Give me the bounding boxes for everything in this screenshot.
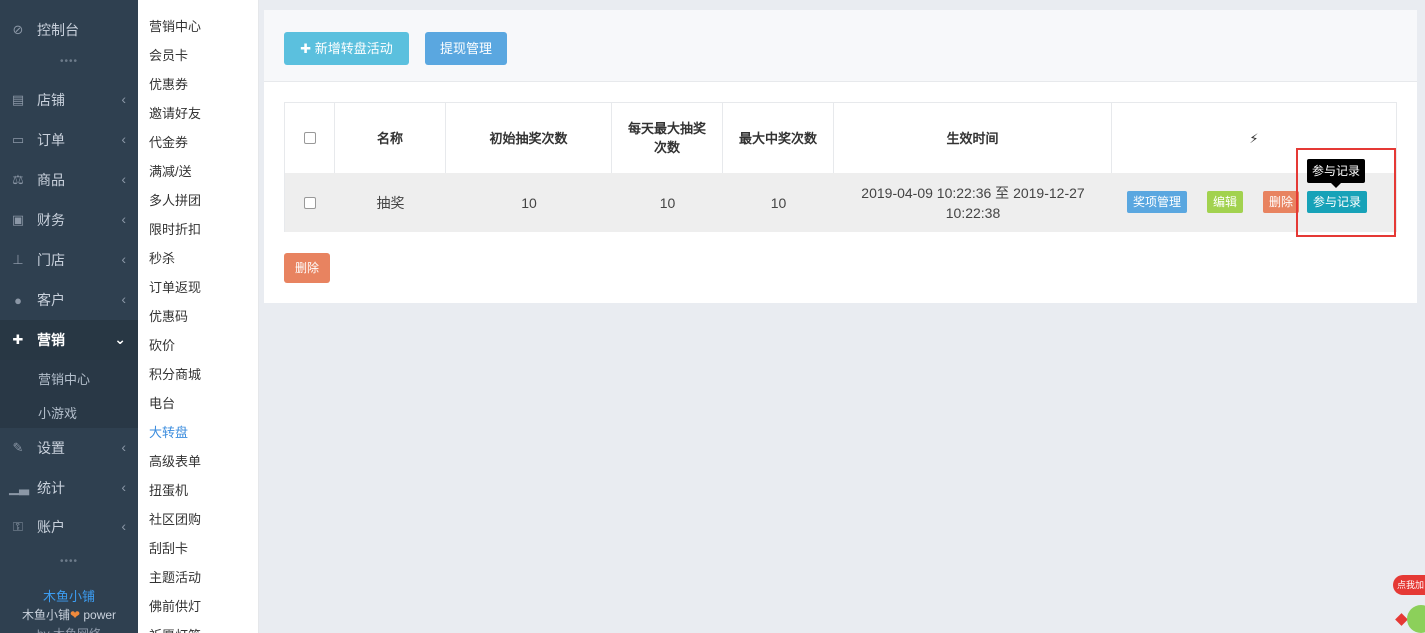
header-daily-max-draws: 每天最大抽奖次数	[612, 103, 723, 173]
chevron-left-icon: ‹	[121, 171, 126, 187]
plus-icon: ✚	[300, 41, 312, 56]
support-bubble[interactable]: 点我加	[1393, 575, 1425, 595]
gift-icon: ✚	[12, 332, 24, 347]
menu-item-promo-code[interactable]: 优惠码	[149, 306, 188, 325]
store-icon: ▤	[11, 92, 25, 107]
lightning-icon: ⚡	[1249, 130, 1259, 146]
menu-item-full-reduction[interactable]: 满减/送	[149, 161, 192, 180]
menu-item-radio[interactable]: 电台	[149, 393, 175, 412]
menu-item-group-buy[interactable]: 多人拼团	[149, 190, 201, 209]
header-name: 名称	[335, 103, 446, 173]
menu-item-member-card[interactable]: 会员卡	[149, 45, 188, 64]
chevron-left-icon: ‹	[121, 131, 126, 147]
menu-item-gashapon[interactable]: 扭蛋机	[149, 480, 188, 499]
order-icon: ▭	[11, 132, 25, 147]
sidebar-item-order[interactable]: ▭ 订单 ‹	[0, 120, 138, 160]
menu-item-advanced-form[interactable]: 高级表单	[149, 451, 201, 470]
menu-item-invite-friends[interactable]: 邀请好友	[149, 103, 201, 122]
cell-effective-time: 2019-04-09 10:22:36 至 2019-12-27 10:22:3…	[861, 184, 1085, 221]
menu-item-flash-sale[interactable]: 秒杀	[149, 248, 175, 267]
menu-item-marketing-center[interactable]: 营销中心	[149, 16, 201, 35]
brand-by: by 木鱼网络	[0, 625, 138, 633]
menu-item-limited-discount[interactable]: 限时折扣	[149, 219, 201, 238]
sidebar-item-customer[interactable]: ● 客户 ‹	[0, 280, 138, 320]
wrench-icon: ✎	[12, 440, 24, 455]
menu-item-wish-lantern[interactable]: 祈愿灯笼	[149, 625, 201, 633]
signal-icon: ▁▃	[9, 480, 29, 495]
sidebar-item-shop[interactable]: ⊥ 门店 ‹	[0, 240, 138, 280]
sidebar-item-marketing[interactable]: ✚ 营销 ⌄	[0, 320, 138, 360]
key-icon: ⚿	[13, 519, 23, 534]
menu-item-theme-event[interactable]: 主题活动	[149, 567, 201, 586]
users-icon: ●	[14, 292, 22, 308]
add-wheel-activity-button[interactable]: ✚ 新增转盘活动	[284, 32, 409, 65]
menu-item-points-mall[interactable]: 积分商城	[149, 364, 201, 383]
header-max-wins: 最大中奖次数	[723, 103, 834, 173]
delete-button[interactable]: 删除	[1263, 191, 1299, 213]
header-initial-draws: 初始抽奖次数	[446, 103, 612, 173]
lucky-wheel-panel: ✚ 新增转盘活动 提现管理 名称 初始抽奖次数 每天最大抽奖次数 最大中奖次数 …	[264, 10, 1417, 303]
menu-item-bargain[interactable]: 砍价	[149, 335, 175, 354]
support-widget[interactable]: 点我加	[1393, 575, 1425, 633]
header-effective-time: 生效时间	[834, 103, 1112, 173]
brand-name: 木鱼小铺	[42, 589, 95, 604]
panel-toolbar: ✚ 新增转盘活动 提现管理	[264, 10, 1417, 82]
chevron-left-icon: ‹	[121, 479, 126, 495]
menu-item-community-group-buy[interactable]: 社区团购	[149, 509, 201, 528]
sidebar-divider: ••••	[59, 56, 78, 67]
withdraw-management-button[interactable]: 提现管理	[425, 32, 507, 65]
scale-icon: ⚖	[12, 172, 24, 187]
menu-item-voucher[interactable]: 代金券	[149, 132, 188, 151]
sidebar-item-goods[interactable]: ⚖ 商品 ‹	[0, 160, 138, 200]
edit-button[interactable]: 编辑	[1207, 191, 1243, 213]
header-select-all	[285, 103, 335, 173]
marketing-submenu: 营销中心 小游戏	[0, 360, 138, 428]
sidebar-item-settings[interactable]: ✎ 设置 ‹	[0, 428, 138, 468]
sidebar-subitem-mini-games[interactable]: 小游戏	[38, 403, 77, 422]
sidebar-item-stats[interactable]: ▁▃ 统计 ‹	[0, 468, 138, 508]
chevron-down-icon: ⌄	[114, 331, 126, 347]
sitemap-icon: ⊥	[12, 252, 24, 267]
chevron-left-icon: ‹	[121, 291, 126, 307]
menu-item-buddha-lamp[interactable]: 佛前供灯	[149, 596, 201, 615]
cell-max-wins: 10	[770, 194, 787, 211]
menu-item-order-cashback[interactable]: 订单返现	[149, 277, 201, 296]
chevron-left-icon: ‹	[121, 251, 126, 267]
money-icon: ▣	[11, 212, 25, 227]
mascot-icon	[1407, 605, 1425, 633]
highlight-box	[1296, 148, 1396, 237]
menu-item-lucky-wheel[interactable]: 大转盘	[149, 422, 188, 441]
chevron-left-icon: ‹	[121, 91, 126, 107]
select-all-checkbox[interactable]	[303, 132, 316, 144]
sidebar-divider: ••••	[59, 556, 78, 567]
sidebar-item-account[interactable]: ⚿ 账户 ‹	[0, 507, 138, 547]
main-sidebar: ⊘ 控制台 •••• ▤ 店铺 ‹ ▭ 订单 ‹ ⚖ 商品 ‹ ▣ 财务 ‹ ⊥…	[0, 0, 138, 633]
sidebar-item-dashboard[interactable]: ⊘ 控制台	[0, 10, 138, 50]
bulk-delete-button[interactable]: 删除	[284, 253, 330, 283]
row-select-cell	[285, 173, 335, 232]
heart-icon: ❤	[69, 608, 81, 622]
activity-table: 名称 初始抽奖次数 每天最大抽奖次数 最大中奖次数 生效时间 ⚡ 抽奖 10 1…	[284, 102, 1397, 232]
menu-item-coupon[interactable]: 优惠券	[149, 74, 188, 93]
pin-icon	[1395, 613, 1408, 626]
table-row: 抽奖 10 10 10 2019-04-09 10:22:36 至 2019-1…	[285, 173, 1396, 232]
sidebar-subitem-marketing-center[interactable]: 营销中心	[38, 369, 90, 388]
cell-daily-max-draws: 10	[659, 194, 676, 211]
dashboard-icon: ⊘	[12, 22, 24, 37]
chevron-left-icon: ‹	[121, 211, 126, 227]
menu-item-scratch-card[interactable]: 刮刮卡	[149, 538, 188, 557]
brand-power: 木鱼小铺❤ power	[21, 608, 117, 622]
prize-management-button[interactable]: 奖项管理	[1127, 191, 1187, 213]
cell-initial-draws: 10	[521, 194, 537, 211]
row-checkbox[interactable]	[304, 196, 316, 209]
marketing-menu: 营销中心 会员卡 优惠券 邀请好友 代金券 满减/送 多人拼团 限时折扣 秒杀 …	[138, 0, 259, 633]
chevron-left-icon: ‹	[121, 439, 126, 455]
chevron-left-icon: ‹	[121, 518, 126, 534]
sidebar-item-store[interactable]: ▤ 店铺 ‹	[0, 80, 138, 120]
cell-name: 抽奖	[376, 194, 405, 211]
sidebar-item-finance[interactable]: ▣ 财务 ‹	[0, 200, 138, 240]
